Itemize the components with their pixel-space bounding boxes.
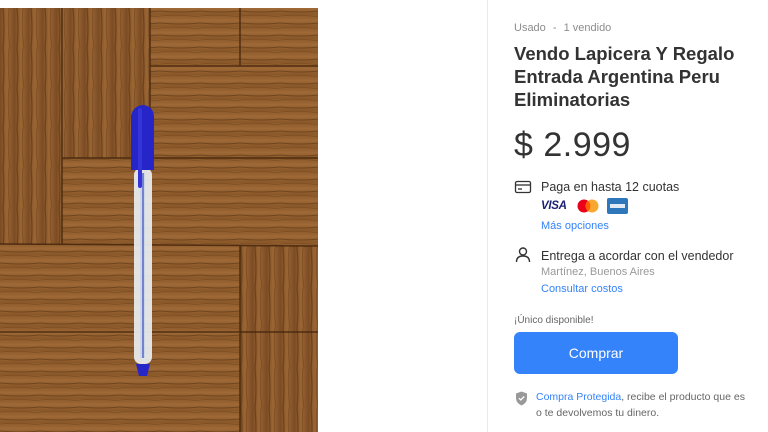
condition-label: Usado	[514, 22, 546, 34]
amex-logo	[607, 198, 628, 214]
pen-on-wood-image	[0, 8, 318, 432]
more-payment-options-link[interactable]: Más opciones	[541, 220, 609, 232]
stock-label: ¡Único disponible!	[514, 315, 594, 326]
protection-line-2: o te devolvemos tu dinero.	[536, 407, 660, 419]
credit-card-icon	[514, 180, 532, 194]
shipping-costs-link[interactable]: Consultar costos	[541, 283, 623, 295]
shield-icon	[516, 391, 527, 406]
panel-divider	[487, 0, 488, 432]
installments-label: Paga en hasta 12 cuotas	[541, 180, 680, 194]
mastercard-logo	[577, 199, 599, 213]
protected-purchase-link[interactable]: Compra Protegida	[536, 391, 621, 403]
visa-logo: VISA	[541, 200, 567, 212]
product-photo[interactable]	[0, 8, 318, 432]
item-meta: Usado - 1 vendido	[514, 22, 611, 34]
image-gallery	[0, 0, 488, 432]
protection-line-1: , recibe el producto que es	[621, 391, 745, 403]
meta-separator: -	[552, 22, 557, 34]
product-title: Vendo Lapicera Y Regalo Entrada Argentin…	[514, 43, 735, 110]
sold-count: 1 vendido	[563, 22, 612, 34]
buy-button[interactable]: Comprar	[514, 332, 678, 374]
product-price: $ 2.999	[514, 126, 631, 164]
product-info-panel: Usado - 1 vendido Vendo Lapicera Y Regal…	[514, 0, 768, 432]
pen-image	[131, 105, 154, 376]
seller-location: Martínez, Buenos Aires	[541, 266, 655, 278]
person-icon	[515, 247, 531, 263]
delivery-label: Entrega a acordar con el vendedor	[541, 249, 734, 263]
purchase-protection-text: Compra Protegida, recibe el producto que…	[536, 389, 768, 421]
